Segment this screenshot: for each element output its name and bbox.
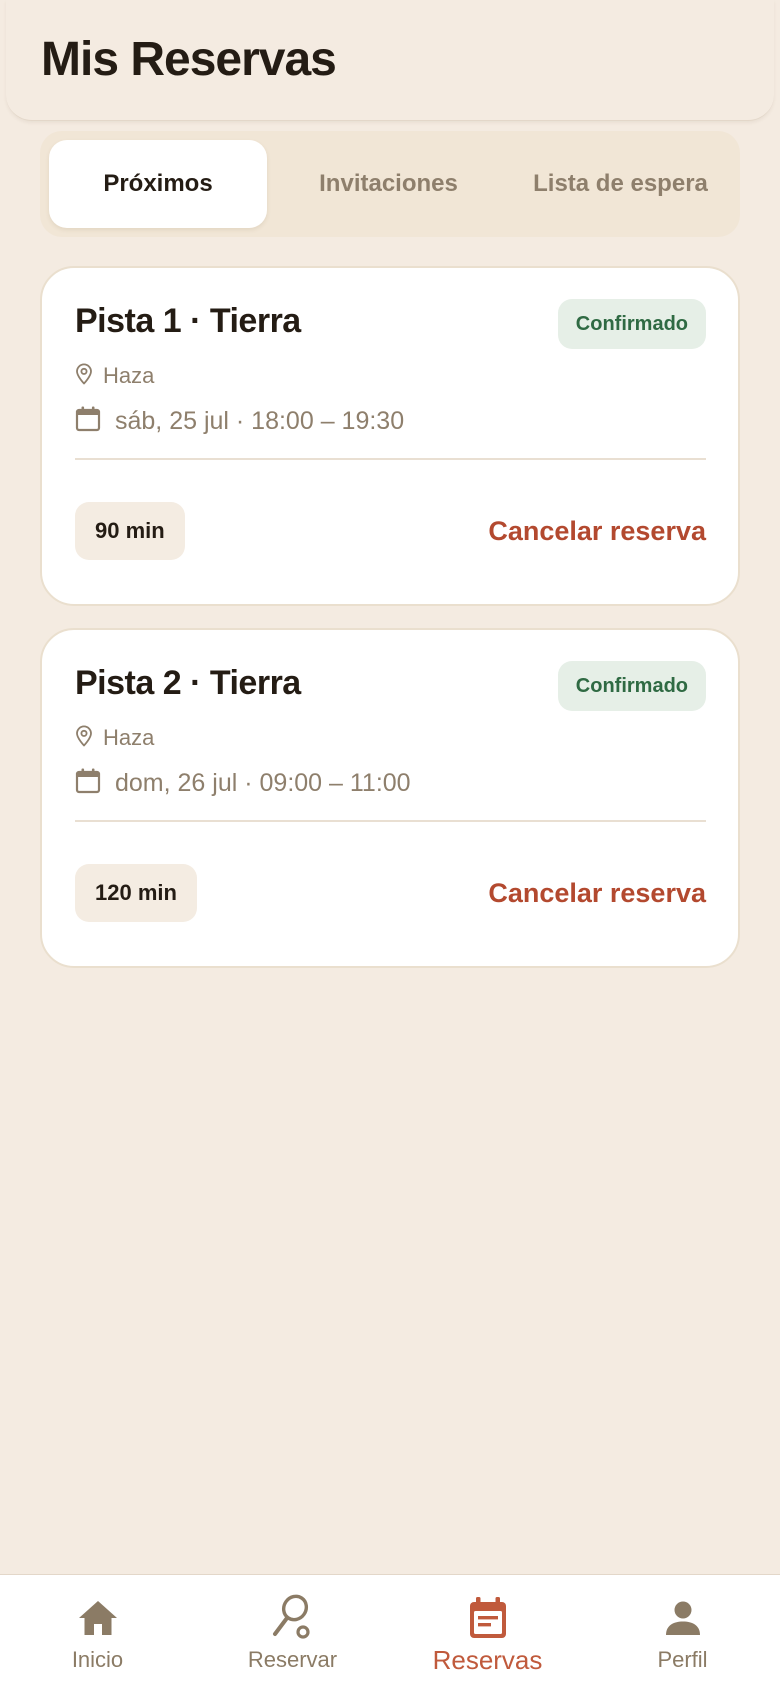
location-text: Haza — [103, 363, 155, 388]
court-title: Pista 2 · Tierra — [75, 664, 301, 702]
app-screen: Mis Reservas Próximos Invitaciones Lista… — [0, 0, 780, 1688]
nav-item-perfil[interactable]: Perfil — [585, 1575, 780, 1688]
location-text: Haza — [103, 725, 155, 750]
nav-item-reservas[interactable]: Reservas — [390, 1575, 585, 1688]
nav-label: Inicio — [71, 1647, 124, 1672]
status-badge: Confirmado — [557, 661, 706, 711]
duration-pill: 90 min — [75, 502, 185, 560]
page-title: Mis Reservas — [41, 33, 337, 86]
booking-card: Pista 2 · Tierra Confirmado Haza dom, 26… — [40, 628, 740, 968]
date-row: dom, 26 jul · 09:00 – 11:00 — [75, 761, 411, 805]
booking-card: Pista 1 · Tierra Confirmado Haza sáb, 25… — [40, 266, 740, 606]
nav-item-inicio[interactable]: Inicio — [0, 1575, 195, 1688]
nav-label: Reservas — [432, 1645, 543, 1675]
location-row: Haza — [75, 722, 154, 754]
divider — [75, 820, 706, 822]
tab-invitaciones[interactable]: Invitaciones — [267, 140, 510, 228]
racket-icon — [270, 1593, 316, 1643]
nav-item-reservar[interactable]: Reservar — [195, 1575, 390, 1688]
calendar-icon — [75, 767, 101, 800]
status-badge: Confirmado — [557, 299, 706, 349]
booking-tabs: Próximos Invitaciones Lista de espera — [40, 131, 740, 237]
datetime-text: sáb, 25 jul · 18:00 – 19:30 — [115, 406, 405, 435]
user-icon — [663, 1593, 703, 1643]
location-row: Haza — [75, 360, 154, 392]
home-icon — [76, 1593, 120, 1643]
calendar-icon — [75, 405, 101, 438]
divider — [75, 458, 706, 460]
nav-label: Reservar — [247, 1647, 338, 1672]
bottom-nav: Inicio Reservar Reservas Perfil — [0, 1574, 780, 1688]
header: Mis Reservas — [6, 0, 774, 121]
court-title: Pista 1 · Tierra — [75, 302, 301, 340]
tab-proximos[interactable]: Próximos — [49, 140, 267, 228]
nav-label: Perfil — [657, 1647, 708, 1672]
duration-pill: 120 min — [75, 864, 197, 922]
cancel-booking-button[interactable]: Cancelar reserva — [488, 870, 706, 916]
tab-lista-de-espera[interactable]: Lista de espera — [510, 140, 731, 228]
map-pin-icon — [75, 725, 93, 752]
map-pin-icon — [75, 363, 93, 390]
date-row: sáb, 25 jul · 18:00 – 19:30 — [75, 399, 404, 443]
cancel-booking-button[interactable]: Cancelar reserva — [488, 508, 706, 554]
calendar-icon — [468, 1593, 508, 1643]
datetime-text: dom, 26 jul · 09:00 – 11:00 — [115, 768, 411, 797]
